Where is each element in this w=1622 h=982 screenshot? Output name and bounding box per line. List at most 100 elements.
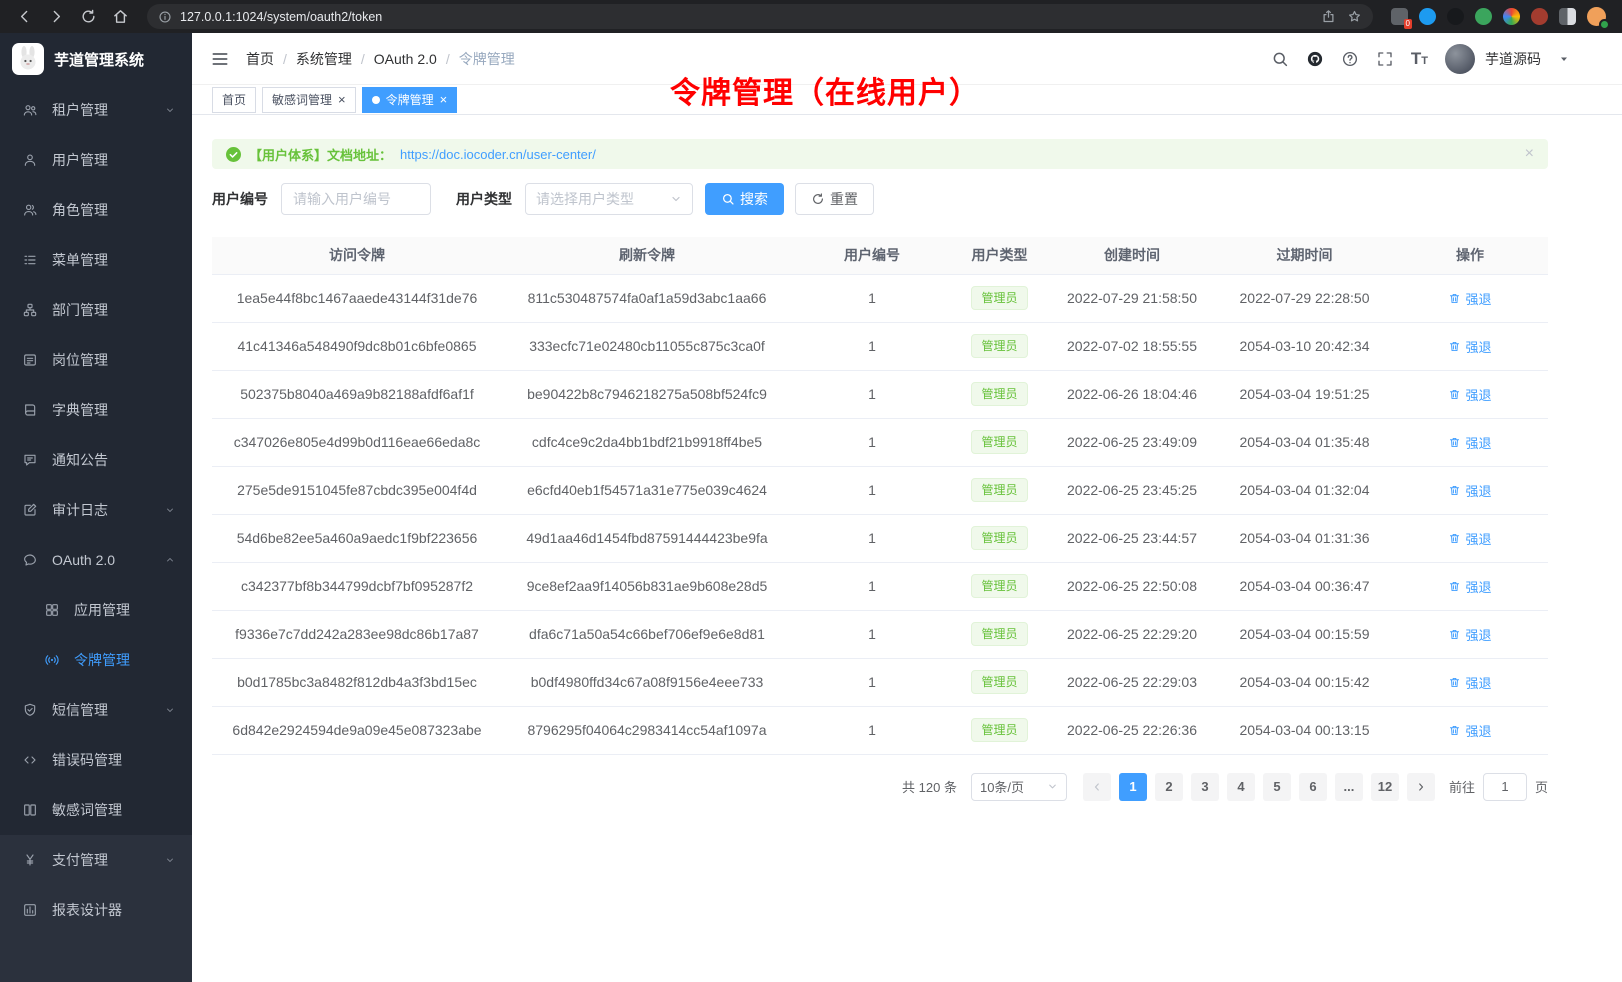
sidebar-item-9[interactable]: OAuth 2.0: [0, 535, 192, 585]
page-button-1[interactable]: 1: [1119, 773, 1147, 801]
force-logout-button[interactable]: 强退: [1448, 433, 1491, 452]
doc-alert-link[interactable]: https://doc.iocoder.cn/user-center/: [400, 147, 596, 162]
tab-1[interactable]: 敏感词管理×: [262, 87, 356, 113]
reset-button[interactable]: 重置: [795, 183, 874, 215]
user-id-input[interactable]: [281, 183, 431, 215]
page-button-12[interactable]: 12: [1371, 773, 1399, 801]
sidebar-item-11[interactable]: 令牌管理: [0, 635, 192, 685]
actions-cell: 强退: [1392, 274, 1548, 322]
search-icon[interactable]: [1271, 50, 1289, 68]
extension-icon-4[interactable]: [1475, 8, 1492, 25]
font-size-icon[interactable]: TT: [1411, 49, 1428, 69]
user-avatar[interactable]: [1445, 44, 1475, 74]
sidebar-item-4[interactable]: 部门管理: [0, 285, 192, 335]
page-button-2[interactable]: 2: [1155, 773, 1183, 801]
page-button-3[interactable]: 3: [1191, 773, 1219, 801]
sidebar-item-12[interactable]: 短信管理: [0, 685, 192, 735]
prev-page-button[interactable]: [1083, 773, 1111, 801]
force-logout-button[interactable]: 强退: [1448, 529, 1491, 548]
github-icon[interactable]: [1306, 50, 1324, 68]
share-icon[interactable]: [1321, 9, 1336, 24]
fullscreen-icon[interactable]: [1376, 50, 1394, 68]
access-token-cell: 275e5de9151045fe87cbdc395e004f4d: [212, 466, 502, 514]
main-panel: 首页/系统管理/OAuth 2.0/令牌管理 TT 芋道源码 首页敏感词管理×令…: [192, 33, 1622, 982]
user-type-badge: 管理员: [971, 622, 1027, 646]
sidebar-item-6[interactable]: 字典管理: [0, 385, 192, 435]
page-button-6[interactable]: 6: [1299, 773, 1327, 801]
breadcrumb-item-2[interactable]: OAuth 2.0: [374, 51, 437, 67]
chevron-right-icon: [1415, 781, 1427, 793]
breadcrumb-item-1[interactable]: 系统管理: [296, 49, 352, 69]
extension-icon-5[interactable]: [1503, 8, 1520, 25]
report-designer-icon: [22, 902, 38, 918]
browser-back-icon[interactable]: [16, 8, 33, 25]
browser-home-icon[interactable]: [112, 8, 129, 25]
page-button-5[interactable]: 5: [1263, 773, 1291, 801]
created-time-cell: 2022-06-25 22:29:03: [1047, 658, 1217, 706]
column-header-1: 刷新令牌: [502, 237, 792, 274]
tab-close-icon[interactable]: ×: [440, 93, 448, 106]
help-icon[interactable]: [1341, 50, 1359, 68]
sidebar-item-0[interactable]: 租户管理: [0, 85, 192, 135]
sidebar-item-1[interactable]: 用户管理: [0, 135, 192, 185]
address-bar[interactable]: 127.0.0.1:1024/system/oauth2/token: [147, 4, 1373, 29]
user-type-select[interactable]: 请选择用户类型: [525, 183, 693, 215]
reading-list-icon[interactable]: [1559, 8, 1576, 25]
access-token-cell: c347026e805e4d99b0d116eae66eda8c: [212, 418, 502, 466]
tab-2[interactable]: 令牌管理×: [362, 87, 458, 113]
actions-cell: 强退: [1392, 370, 1548, 418]
sidebar-item-15[interactable]: 支付管理: [0, 835, 192, 885]
force-logout-button[interactable]: 强退: [1448, 721, 1491, 740]
search-button[interactable]: 搜索: [705, 183, 784, 215]
app-logo[interactable]: 芋道管理系统: [0, 33, 192, 85]
sidebar-item-label: 岗位管理: [52, 350, 108, 370]
sidebar-item-7[interactable]: 通知公告: [0, 435, 192, 485]
goto-page-input[interactable]: [1483, 773, 1527, 801]
extension-icon-1[interactable]: [1391, 8, 1408, 25]
force-logout-button[interactable]: 强退: [1448, 673, 1491, 692]
breadcrumb: 首页/系统管理/OAuth 2.0/令牌管理: [246, 49, 515, 69]
force-logout-button[interactable]: 强退: [1448, 385, 1491, 404]
page-size-select[interactable]: 10条/页: [971, 773, 1067, 801]
browser-forward-icon[interactable]: [48, 8, 65, 25]
extension-icon-3[interactable]: [1447, 8, 1464, 25]
expire-time-cell: 2054-03-04 00:15:42: [1217, 658, 1392, 706]
alert-close-icon[interactable]: ×: [1525, 146, 1534, 162]
sidebar-item-8[interactable]: 审计日志: [0, 485, 192, 535]
force-logout-button[interactable]: 强退: [1448, 625, 1491, 644]
next-page-button[interactable]: [1407, 773, 1435, 801]
sidebar-item-10[interactable]: 应用管理: [0, 585, 192, 635]
sidebar-item-13[interactable]: 错误码管理: [0, 735, 192, 785]
extension-icon-6[interactable]: [1531, 8, 1548, 25]
tab-0[interactable]: 首页: [212, 87, 256, 113]
breadcrumb-item-0[interactable]: 首页: [246, 49, 274, 69]
bookmark-star-icon[interactable]: [1347, 9, 1362, 24]
extension-icon-2[interactable]: [1419, 8, 1436, 25]
url-text[interactable]: 127.0.0.1:1024/system/oauth2/token: [180, 10, 1313, 24]
sidebar-item-16[interactable]: 报表设计器: [0, 885, 192, 935]
chevron-down-icon: [164, 504, 176, 516]
force-logout-button[interactable]: 强退: [1448, 289, 1491, 308]
collapse-sidebar-icon[interactable]: [210, 49, 230, 69]
access-token-cell: 41c41346a548490f9dc8b01c6bfe0865: [212, 322, 502, 370]
force-logout-button[interactable]: 强退: [1448, 481, 1491, 500]
breadcrumb-separator: /: [361, 51, 365, 67]
sidebar-item-5[interactable]: 岗位管理: [0, 335, 192, 385]
site-info-icon[interactable]: [158, 10, 172, 24]
force-logout-button[interactable]: 强退: [1448, 337, 1491, 356]
browser-profile-avatar[interactable]: [1587, 7, 1606, 26]
sidebar-item-3[interactable]: 菜单管理: [0, 235, 192, 285]
user-menu-caret-icon[interactable]: [1558, 53, 1570, 65]
pagination-pages: 123456...12: [1115, 773, 1403, 801]
sidebar-item-14[interactable]: 敏感词管理: [0, 785, 192, 835]
created-time-cell: 2022-06-25 22:29:20: [1047, 610, 1217, 658]
page-button-4[interactable]: 4: [1227, 773, 1255, 801]
browser-reload-icon[interactable]: [80, 8, 97, 25]
goto-suffix: 页: [1535, 777, 1548, 796]
force-logout-label: 强退: [1465, 385, 1491, 404]
tab-close-icon[interactable]: ×: [338, 93, 346, 106]
sidebar-item-2[interactable]: 角色管理: [0, 185, 192, 235]
pagination-more-button[interactable]: ...: [1335, 773, 1363, 801]
sidebar-item-label: 角色管理: [52, 200, 108, 220]
force-logout-button[interactable]: 强退: [1448, 577, 1491, 596]
